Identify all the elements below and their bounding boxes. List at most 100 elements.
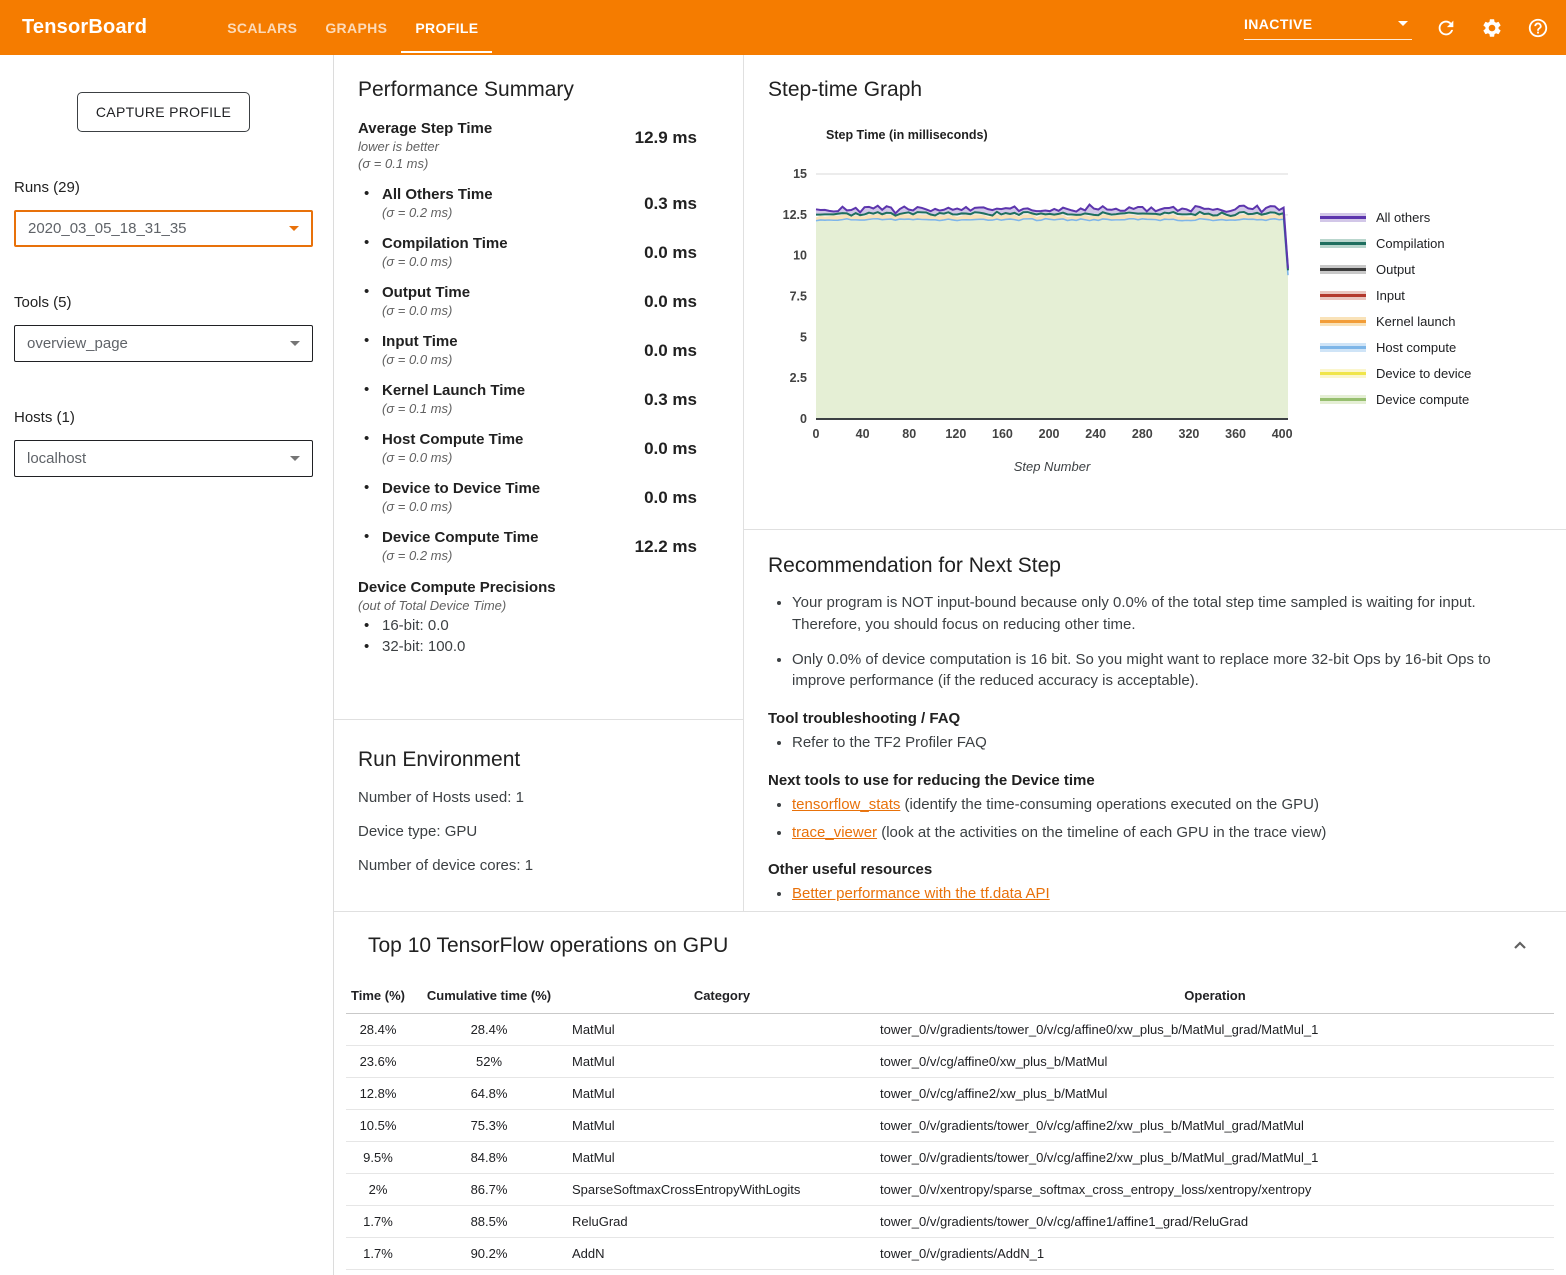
collapse-chevron-up-icon[interactable] [1508,934,1532,958]
chart-legend: All others Compilation Output Input Kernel l… [1320,210,1471,482]
capture-profile-button[interactable]: CAPTURE PROFILE [77,92,250,132]
app-logo: TensorBoard [22,16,147,39]
legend-swatch-icon [1320,265,1366,274]
device-compute-precisions: Device Compute Precisions (out of Total … [358,579,719,655]
performance-summary-title: Performance Summary [358,78,719,102]
next-tools-subtitle: Next tools to use for reducing the Devic… [768,772,1542,789]
svg-text:12.5: 12.5 [783,208,807,222]
runs-select-value: 2020_03_05_18_31_35 [28,220,187,237]
trace-viewer-link[interactable]: trace_viewer [792,824,877,841]
table-row: 9.5%84.8%MatMultower_0/v/gradients/tower… [346,1142,1554,1174]
chart-title: Step Time (in milliseconds) [826,128,1542,142]
legend-item[interactable]: Input [1320,288,1471,303]
precisions-note: (out of Total Device Time) [358,598,719,613]
metric-label: Average Step Time [358,120,492,137]
faq-item: Refer to the TF2 Profiler FAQ [792,732,1542,754]
tools-field: Tools (5) overview_page [14,294,313,362]
legend-item[interactable]: Output [1320,262,1471,277]
legend-swatch-icon [1320,395,1366,404]
hosts-select[interactable]: localhost [14,440,313,477]
metric-value: 0.3 ms [644,194,697,220]
legend-item[interactable]: All others [1320,210,1471,225]
metric-value: 0.0 ms [644,292,697,318]
legend-swatch-icon [1320,343,1366,352]
reload-status-dropdown[interactable]: INACTIVE [1244,16,1412,40]
tools-select[interactable]: overview_page [14,325,313,362]
tab-profile[interactable]: PROFILE [401,0,492,55]
app-header: TensorBoard SCALARS GRAPHS PROFILE INACT… [0,0,1566,55]
table-row: 28.4%28.4%MatMultower_0/v/gradients/towe… [346,1014,1554,1046]
svg-text:80: 80 [902,427,916,441]
other-resource-item: Better performance with the tf.data API [792,883,1542,905]
hosts-field: Hosts (1) localhost [14,409,313,477]
metric-all-others-time: All Others Time (σ = 0.2 ms) 0.3 ms [358,186,719,220]
svg-text:280: 280 [1132,427,1153,441]
next-tool-item: trace_viewer (look at the activities on … [792,822,1542,844]
legend-item[interactable]: Host compute [1320,340,1471,355]
tensorflow-stats-link[interactable]: tensorflow_stats [792,796,900,813]
svg-text:0: 0 [800,412,807,426]
other-resources-subtitle: Other useful resources [768,861,1542,878]
metric-sigma: (σ = 0.1 ms) [358,156,492,171]
svg-text:0: 0 [813,427,820,441]
metric-label: Input Time [382,333,458,350]
chevron-down-icon [290,341,300,346]
metric-note: lower is better [358,139,492,154]
svg-text:2.5: 2.5 [790,371,807,385]
help-icon[interactable] [1526,16,1550,40]
legend-label: Kernel launch [1376,314,1456,329]
link-description: (identify the time-consuming operations … [900,796,1319,813]
table-row: 23.6%52%MatMultower_0/v/cg/affine0/xw_pl… [346,1046,1554,1078]
legend-swatch-icon [1320,317,1366,326]
metric-sigma: (σ = 0.0 ms) [382,254,508,269]
legend-item[interactable]: Kernel launch [1320,314,1471,329]
legend-item[interactable]: Device compute [1320,392,1471,407]
table-row: 12.8%64.8%MatMultower_0/v/cg/affine2/xw_… [346,1078,1554,1110]
table-row: 1.7%90.2%AddNtower_0/v/gradients/AddN_1 [346,1238,1554,1270]
nav-tabs: SCALARS GRAPHS PROFILE [213,0,492,55]
refresh-icon[interactable] [1434,16,1458,40]
metric-host-compute-time: Host Compute Time (σ = 0.0 ms) 0.0 ms [358,431,719,465]
metric-label: All Others Time [382,186,493,203]
svg-text:320: 320 [1179,427,1200,441]
metric-value: 0.0 ms [644,243,697,269]
svg-text:10: 10 [793,249,807,263]
metric-sigma: (σ = 0.2 ms) [382,205,493,220]
metric-value: 0.0 ms [644,488,697,514]
device-type-line: Device type: GPU [358,823,719,840]
svg-text:15: 15 [793,167,807,181]
legend-label: Compilation [1376,236,1445,251]
svg-text:Step Number: Step Number [1014,459,1091,474]
chevron-down-icon [290,456,300,461]
settings-gear-icon[interactable] [1480,16,1504,40]
metric-label: Device to Device Time [382,480,540,497]
metric-value: 0.0 ms [644,341,697,367]
metric-value: 0.0 ms [644,439,697,465]
metric-sigma: (σ = 0.0 ms) [382,303,470,318]
recommendation-bullet: Only 0.0% of device computation is 16 bi… [792,649,1542,693]
svg-text:160: 160 [992,427,1013,441]
table-row: 2%86.7%SparseSoftmaxCrossEntropyWithLogi… [346,1174,1554,1206]
legend-swatch-icon [1320,239,1366,248]
metric-sigma: (σ = 0.0 ms) [382,352,458,367]
top10-operations-table: Time (%) Cumulative time (%) Category Op… [346,980,1554,1275]
legend-label: All others [1376,210,1430,225]
runs-select[interactable]: 2020_03_05_18_31_35 [14,210,313,247]
metric-output-time: Output Time (σ = 0.0 ms) 0.0 ms [358,284,719,318]
tab-scalars[interactable]: SCALARS [213,0,311,55]
svg-text:400: 400 [1272,427,1293,441]
table-row: 10.5%75.3%MatMultower_0/v/gradients/towe… [346,1110,1554,1142]
recommendation-title: Recommendation for Next Step [768,554,1542,578]
metric-value: 12.2 ms [635,537,697,563]
metric-device-to-device-time: Device to Device Time (σ = 0.0 ms) 0.0 m… [358,480,719,514]
metric-label: Kernel Launch Time [382,382,525,399]
tfdata-performance-link[interactable]: Better performance with the tf.data API [792,885,1050,902]
header-controls: INACTIVE [1244,0,1550,55]
svg-text:5: 5 [800,330,807,344]
legend-item[interactable]: Compilation [1320,236,1471,251]
legend-label: Input [1376,288,1405,303]
legend-item[interactable]: Device to device [1320,366,1471,381]
faq-subtitle: Tool troubleshooting / FAQ [768,710,1542,727]
column-header-cumulative: Cumulative time (%) [410,980,568,1014]
tab-graphs[interactable]: GRAPHS [311,0,401,55]
